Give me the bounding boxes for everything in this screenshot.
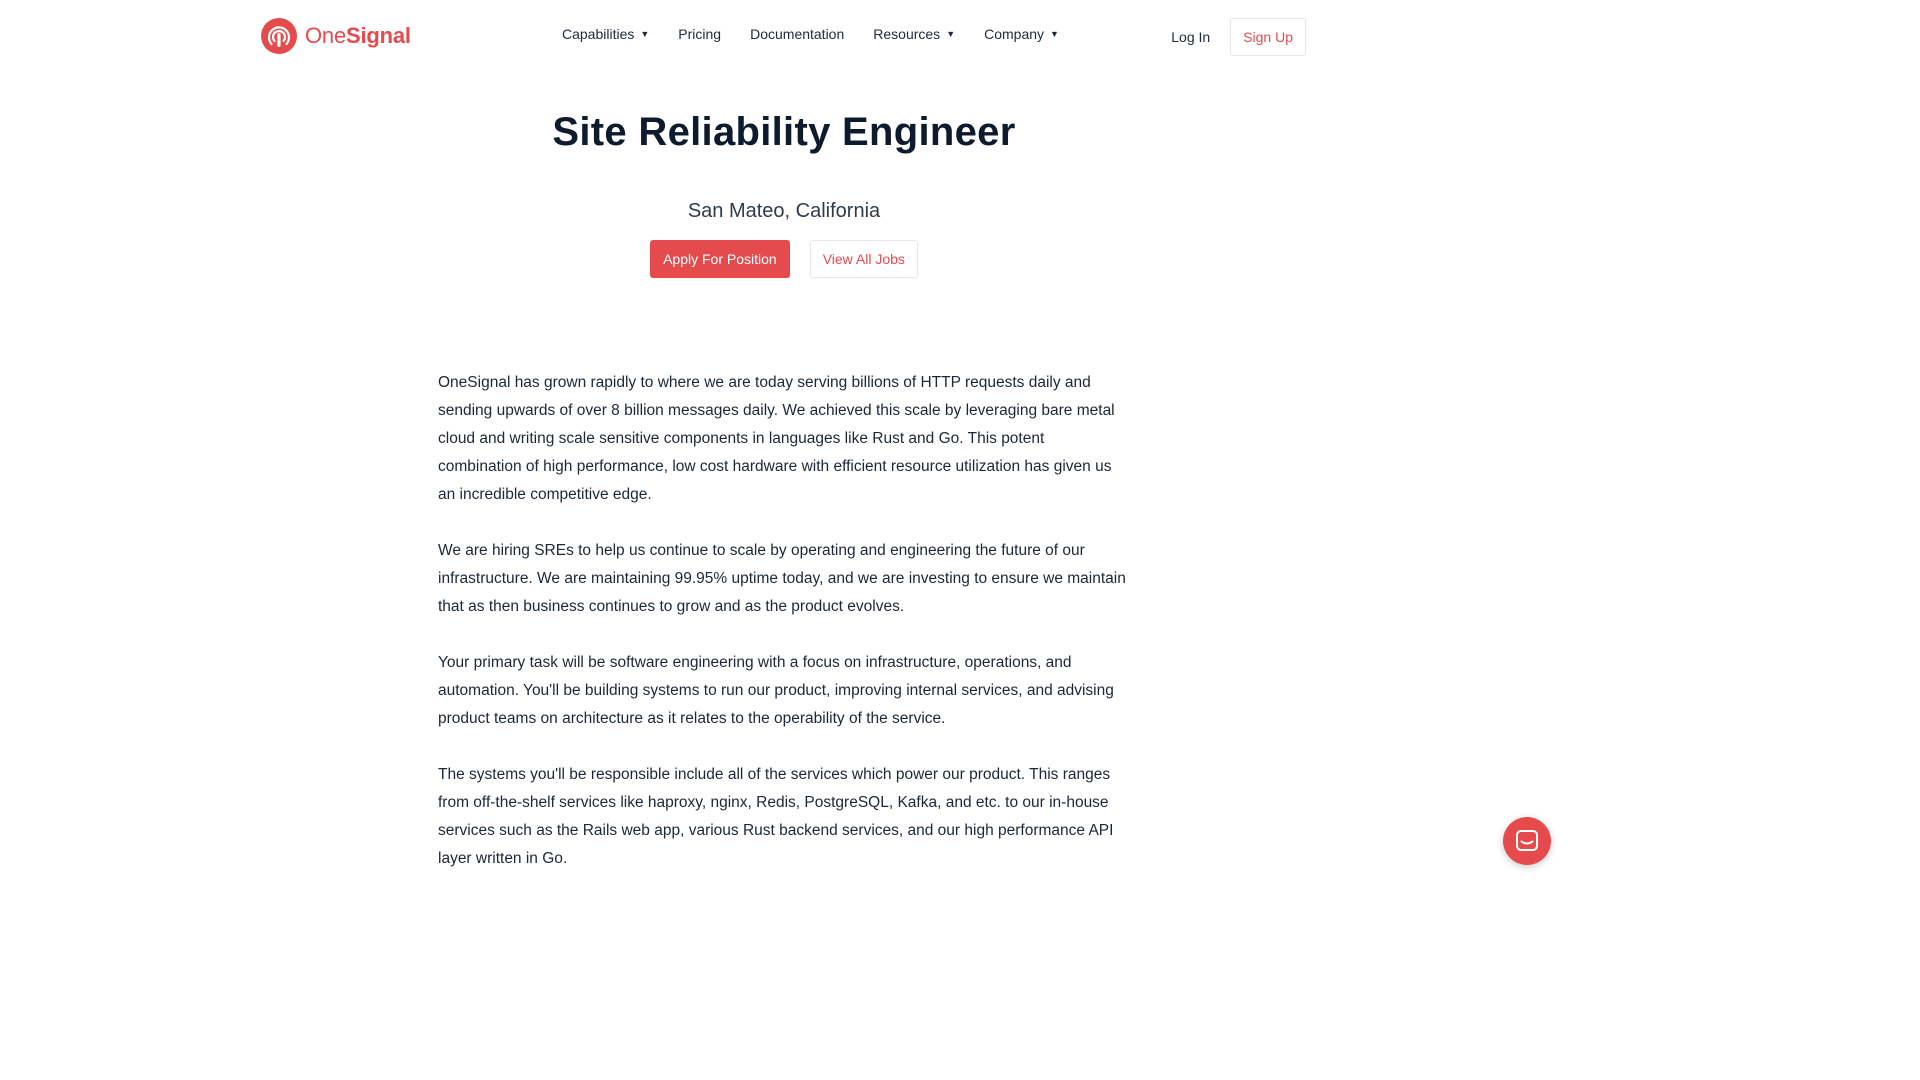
nav-label-resources: Resources <box>873 26 941 42</box>
page-title: Site Reliability Engineer <box>552 110 1016 154</box>
description-paragraph: OneSignal has grown rapidly to where we … <box>438 374 1115 503</box>
navbar: OneSignal Capabilities ▼ Pricing Documen… <box>0 0 1568 72</box>
onesignal-logo-icon <box>261 18 297 54</box>
nav-item-company[interactable]: Company ▼ <box>984 26 1059 42</box>
view-all-jobs-button[interactable]: View All Jobs <box>809 240 918 278</box>
hero-section: Site Reliability Engineer <box>0 110 1568 155</box>
nav-label-documentation: Documentation <box>750 26 845 42</box>
description-paragraph: We are hiring SREs to help us continue t… <box>438 542 1126 615</box>
description-paragraph: The systems you'll be responsible includ… <box>438 766 1114 867</box>
caret-down-icon: ▼ <box>946 29 956 39</box>
signup-button[interactable]: Sign Up <box>1230 18 1306 56</box>
nav-item-capabilities[interactable]: Capabilities ▼ <box>562 26 649 42</box>
nav-label-capabilities: Capabilities <box>562 26 635 42</box>
nav-item-resources[interactable]: Resources ▼ <box>873 26 955 42</box>
description-paragraph: Your primary task will be software engin… <box>438 654 1114 727</box>
nav-item-documentation[interactable]: Documentation <box>750 26 844 42</box>
caret-down-icon: ▼ <box>1050 29 1059 39</box>
logo-wordmark: OneSignal <box>305 23 411 49</box>
nav-label-company: Company <box>984 26 1045 42</box>
hero-buttons: Apply For Position View All Jobs <box>0 240 1568 278</box>
caret-down-icon: ▼ <box>640 29 650 39</box>
login-link[interactable]: Log In <box>1171 29 1210 45</box>
onesignal-logo[interactable]: OneSignal <box>261 18 411 54</box>
main-nav: Capabilities ▼ Pricing Documentation Res… <box>562 26 1059 42</box>
logo-wordmark-one: One <box>305 23 346 48</box>
apply-button[interactable]: Apply For Position <box>650 240 790 278</box>
job-location: San Mateo, California <box>687 200 881 222</box>
job-description: OneSignal has grown rapidly to where we … <box>438 369 1132 901</box>
chat-icon <box>1516 830 1538 851</box>
auth-links: Log In Sign Up <box>1171 18 1306 56</box>
logo-wordmark-signal: Signal <box>345 23 411 48</box>
nav-label-pricing: Pricing <box>678 26 722 42</box>
chat-launcher-button[interactable] <box>1503 817 1551 865</box>
nav-item-pricing[interactable]: Pricing <box>678 26 721 42</box>
